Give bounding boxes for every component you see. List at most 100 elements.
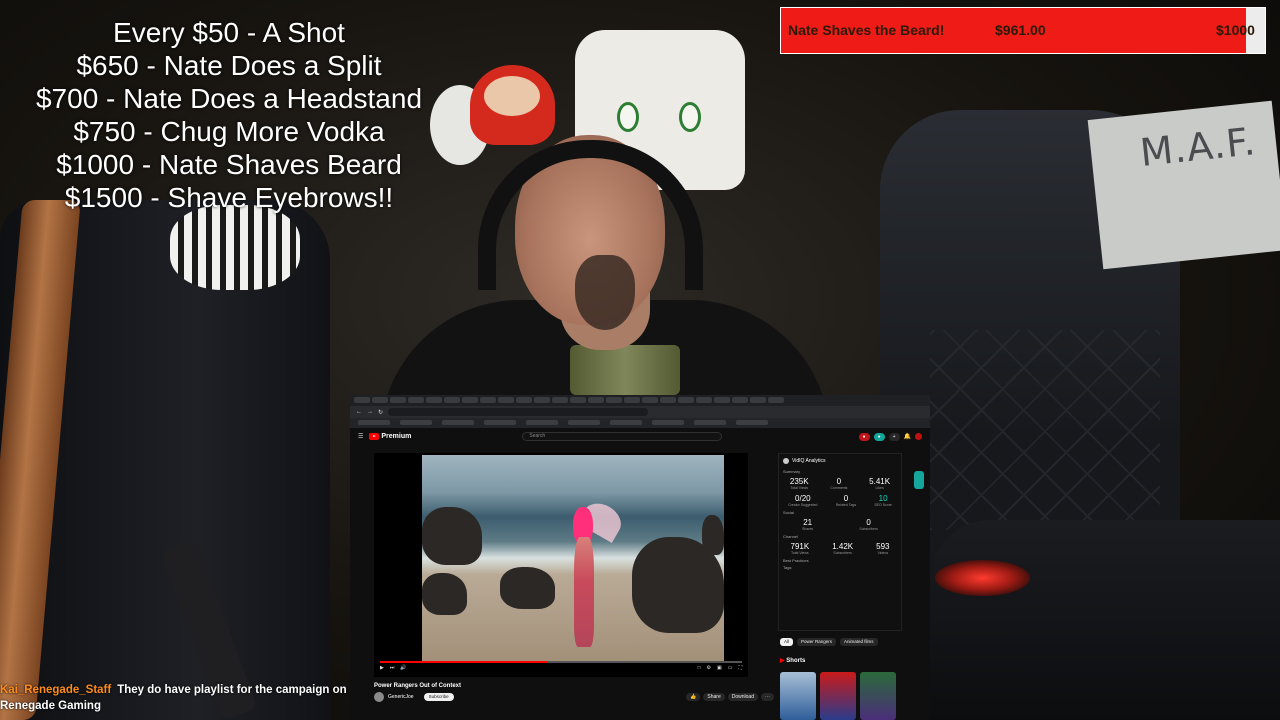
bookmark-item[interactable] xyxy=(526,420,558,425)
video-player[interactable]: ▶ ⏭ 🔊 □ ⚙ ▣ ▭ ⛶ xyxy=(374,453,748,677)
bookmark-item[interactable] xyxy=(694,420,726,425)
bookmark-item[interactable] xyxy=(358,420,390,425)
stat-value: 0 xyxy=(836,477,842,486)
browser-tab[interactable] xyxy=(642,397,658,403)
youtube-header: ☰ Premium Search ● ● + 🔔 xyxy=(350,428,930,445)
browser-tab[interactable] xyxy=(678,397,694,403)
like-button[interactable]: 👍 xyxy=(686,693,701,701)
forward-icon[interactable]: → xyxy=(367,409,373,415)
bookmark-item[interactable] xyxy=(484,420,516,425)
puppet-face xyxy=(484,76,540,116)
bookmark-item[interactable] xyxy=(568,420,600,425)
channel-name[interactable]: GenericJoe xyxy=(388,694,414,700)
chip-power-rangers[interactable]: Power Rangers xyxy=(797,638,837,646)
play-icon[interactable]: ▶ xyxy=(380,665,384,671)
short-thumbnail[interactable] xyxy=(820,672,856,720)
channel-avatar[interactable] xyxy=(374,692,384,702)
vidiq-button[interactable]: ● xyxy=(873,432,885,441)
browser-tab[interactable] xyxy=(696,397,712,403)
subscribe-button[interactable]: Subscribe xyxy=(423,693,454,701)
back-icon[interactable]: ← xyxy=(356,409,362,415)
short-thumbnail[interactable] xyxy=(860,672,896,720)
gaming-chair-arm xyxy=(930,520,1280,720)
chair-red-light xyxy=(935,560,1030,596)
browser-tab[interactable] xyxy=(354,397,370,403)
browser-tab[interactable] xyxy=(570,397,586,403)
live-button[interactable]: ● xyxy=(858,432,870,441)
short-thumbnail[interactable] xyxy=(780,672,816,720)
fullscreen-icon[interactable]: ⛶ xyxy=(738,665,742,671)
captions-icon[interactable]: □ xyxy=(698,665,701,671)
video-frame[interactable] xyxy=(422,455,724,661)
browser-tab[interactable] xyxy=(714,397,730,403)
plush-eye xyxy=(617,102,639,132)
youtube-search-input[interactable]: Search xyxy=(522,432,723,441)
browser-tab[interactable] xyxy=(750,397,766,403)
vidiq-section-label: Tags xyxy=(783,565,792,570)
chat-username: Kai_Renegade_Staff xyxy=(0,684,112,696)
video-progress-bar[interactable] xyxy=(380,661,742,663)
filter-chips: All Power Rangers Animated films xyxy=(780,638,878,646)
browser-tab[interactable] xyxy=(426,397,442,403)
browser-tab-strip[interactable] xyxy=(350,395,930,406)
chat-message: Kai_Renegade_Staff They do have playlist … xyxy=(0,682,355,714)
plush-eye xyxy=(679,102,701,132)
browser-tab[interactable] xyxy=(462,397,478,403)
vidiq-panel: VidIQ Analytics Summary 235K Total Views … xyxy=(778,453,902,631)
bookmark-item[interactable] xyxy=(442,420,474,425)
vidiq-side-button[interactable] xyxy=(914,471,924,489)
browser-tab[interactable] xyxy=(552,397,568,403)
stat-value: 21 xyxy=(803,518,813,527)
volume-icon[interactable]: 🔊 xyxy=(400,665,406,671)
goal-item: $750 - Chug More Vodka xyxy=(73,116,385,147)
reload-icon[interactable]: ↻ xyxy=(378,409,383,416)
goal-item: $650 - Nate Does a Split xyxy=(76,50,382,81)
vidiq-stat: 10 SEO Score xyxy=(874,494,892,507)
bookmark-item[interactable] xyxy=(610,420,642,425)
browser-tab[interactable] xyxy=(444,397,460,403)
create-button[interactable]: + xyxy=(888,432,900,441)
vidiq-stat: 1.42K Subscribers xyxy=(832,542,853,555)
youtube-logo[interactable]: Premium xyxy=(369,433,411,440)
bookmark-item[interactable] xyxy=(400,420,432,425)
browser-tab[interactable] xyxy=(534,397,550,403)
goal-item: $700 - Nate Does a Headstand xyxy=(35,83,423,114)
browser-tab[interactable] xyxy=(624,397,640,403)
rock xyxy=(422,573,467,615)
browser-tab[interactable] xyxy=(498,397,514,403)
stat-value: 10 xyxy=(878,494,888,503)
miniplayer-icon[interactable]: ▣ xyxy=(717,665,722,671)
vidiq-title: VidIQ Analytics xyxy=(792,458,826,464)
avatar[interactable] xyxy=(915,433,922,440)
browser-tab[interactable] xyxy=(480,397,496,403)
next-icon[interactable]: ⏭ xyxy=(390,665,395,671)
rock xyxy=(702,515,724,555)
chip-all[interactable]: All xyxy=(780,638,794,646)
share-button[interactable]: Share xyxy=(703,693,725,701)
browser-tab[interactable] xyxy=(732,397,748,403)
browser-tab[interactable] xyxy=(408,397,424,403)
vidiq-logo-icon xyxy=(783,458,789,464)
theater-icon[interactable]: ▭ xyxy=(728,665,733,671)
menu-icon[interactable]: ☰ xyxy=(358,433,363,440)
address-bar[interactable] xyxy=(388,408,649,416)
vidiq-stat: 791K Total Views xyxy=(791,542,810,555)
youtube-logo-text: Premium xyxy=(381,433,412,440)
browser-tab[interactable] xyxy=(588,397,604,403)
browser-tab[interactable] xyxy=(606,397,622,403)
browser-tab[interactable] xyxy=(390,397,406,403)
browser-tab[interactable] xyxy=(516,397,532,403)
bookmark-item[interactable] xyxy=(652,420,684,425)
goal-item: $1000 - Nate Shaves Beard xyxy=(56,149,402,180)
browser-tab[interactable] xyxy=(768,397,784,403)
bookmark-item[interactable] xyxy=(736,420,768,425)
browser-tab[interactable] xyxy=(660,397,676,403)
notifications-icon[interactable]: 🔔 xyxy=(904,433,911,440)
more-icon[interactable]: ⋯ xyxy=(761,693,774,701)
video-title: Power Rangers Out of Context xyxy=(374,683,462,689)
browser-tab[interactable] xyxy=(372,397,388,403)
download-button[interactable]: Download xyxy=(727,693,758,701)
settings-icon[interactable]: ⚙ xyxy=(707,665,711,671)
chip-animated-films[interactable]: Animated films xyxy=(840,638,878,646)
stat-label: SEO Score xyxy=(874,503,892,507)
